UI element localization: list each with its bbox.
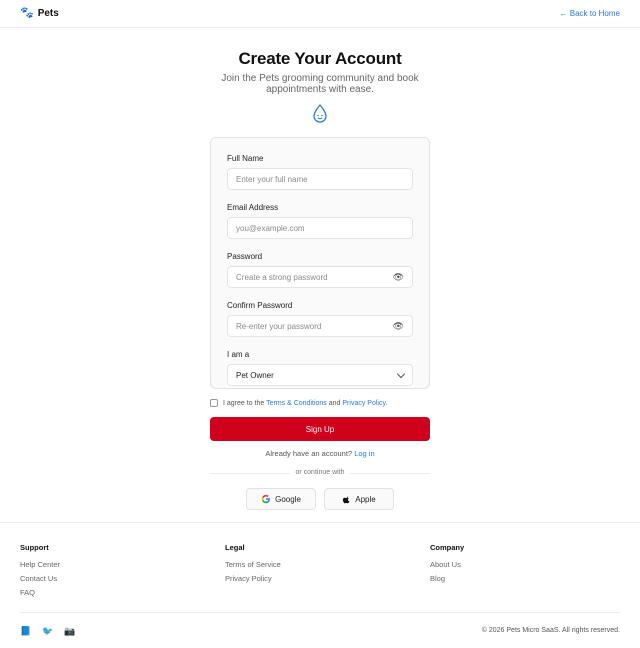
footer-company-heading: Company xyxy=(430,543,465,552)
footer-support-heading: Support xyxy=(20,543,49,552)
full-name-placeholder: Enter your full name xyxy=(236,174,308,184)
terms-link[interactable]: Terms & Conditions xyxy=(266,400,327,407)
role-label: I am a xyxy=(227,350,250,359)
twitter-icon[interactable]: 🐦 xyxy=(42,626,54,636)
page-subtitle: Join the Pets grooming community and boo… xyxy=(221,73,419,95)
agree-prefix: I agree to the xyxy=(223,399,265,407)
google-signin-button[interactable]: Google xyxy=(246,488,316,510)
footer-link-about[interactable]: About Us xyxy=(430,560,464,574)
footer-bottom-divider xyxy=(20,612,620,613)
confirm-password-placeholder: Re-enter your password xyxy=(236,321,322,331)
eye-icon[interactable]: 👁 xyxy=(393,321,404,332)
role-selected-value: Pet Owner xyxy=(236,370,274,380)
agree-suffix: . xyxy=(385,399,388,407)
google-label: Google xyxy=(275,494,301,504)
copyright-text: © 2026 Pets Micro SaaS. All rights reser… xyxy=(481,627,620,634)
terms-agreement: I agree to the Terms & Conditions and Pr… xyxy=(210,399,387,407)
confirm-password-input[interactable]: Re-enter your password 👁 xyxy=(227,315,413,337)
password-input[interactable]: Create a strong password 👁 xyxy=(227,266,413,288)
footer-link-help-center[interactable]: Help Center xyxy=(20,560,60,574)
email-placeholder: you@example.com xyxy=(236,223,305,233)
footer-link-faq[interactable]: FAQ xyxy=(20,588,60,602)
drop-icon-wrap xyxy=(0,104,640,124)
footer-company-column: Company About Us Blog xyxy=(430,543,464,588)
chevron-down-icon xyxy=(396,369,406,378)
water-drop-icon xyxy=(313,104,327,123)
sign-up-button[interactable]: Sign Up xyxy=(210,417,430,441)
full-name-label: Full Name xyxy=(227,154,264,163)
divider-text: or continue with xyxy=(290,469,350,476)
email-input[interactable]: you@example.com xyxy=(227,217,413,239)
brand-name: Pets xyxy=(37,8,59,19)
apple-label: Apple xyxy=(355,494,376,504)
login-prompt: Already have an account? Log in xyxy=(210,449,430,458)
page-title: Create Your Account xyxy=(238,49,402,68)
back-to-home-link[interactable]: ← Back to Home xyxy=(560,9,620,18)
apple-signin-button[interactable]: Apple xyxy=(324,488,394,510)
terms-checkbox[interactable] xyxy=(210,399,218,407)
footer-support-column: Support Help Center Contact Us FAQ xyxy=(20,543,60,602)
facebook-icon[interactable]: 📘 xyxy=(20,626,32,636)
footer-legal-column: Legal Terms of Service Privacy Policy xyxy=(225,543,281,588)
eye-icon[interactable]: 👁 xyxy=(393,272,404,283)
signup-form-card: Full Name Enter your full name Email Add… xyxy=(210,137,430,389)
brand-logo[interactable]: 🐾 Pets xyxy=(20,7,59,20)
social-links: 📘 🐦 📷 xyxy=(20,626,76,636)
footer-link-privacy[interactable]: Privacy Policy xyxy=(225,574,281,588)
paw-icon: 🐾 xyxy=(20,7,34,19)
already-text: Already have an account? xyxy=(265,449,353,458)
password-placeholder: Create a strong password xyxy=(236,272,328,282)
site-header: 🐾 Pets ← Back to Home xyxy=(0,0,640,28)
email-label: Email Address xyxy=(227,203,279,212)
login-link[interactable]: Log in xyxy=(354,449,374,458)
footer-legal-heading: Legal xyxy=(225,543,245,552)
footer-link-terms[interactable]: Terms of Service xyxy=(225,560,281,574)
role-select[interactable]: Pet Owner xyxy=(227,364,413,386)
confirm-password-label: Confirm Password xyxy=(227,301,293,310)
full-name-input[interactable]: Enter your full name xyxy=(227,168,413,190)
footer-link-contact-us[interactable]: Contact Us xyxy=(20,574,60,588)
password-label: Password xyxy=(227,252,263,261)
footer-link-blog[interactable]: Blog xyxy=(430,574,464,588)
agree-and: and xyxy=(328,399,341,407)
apple-icon xyxy=(343,495,350,503)
footer-divider xyxy=(0,522,640,523)
privacy-link[interactable]: Privacy Policy xyxy=(342,400,385,407)
instagram-icon[interactable]: 📷 xyxy=(64,626,76,636)
google-icon xyxy=(261,494,271,504)
